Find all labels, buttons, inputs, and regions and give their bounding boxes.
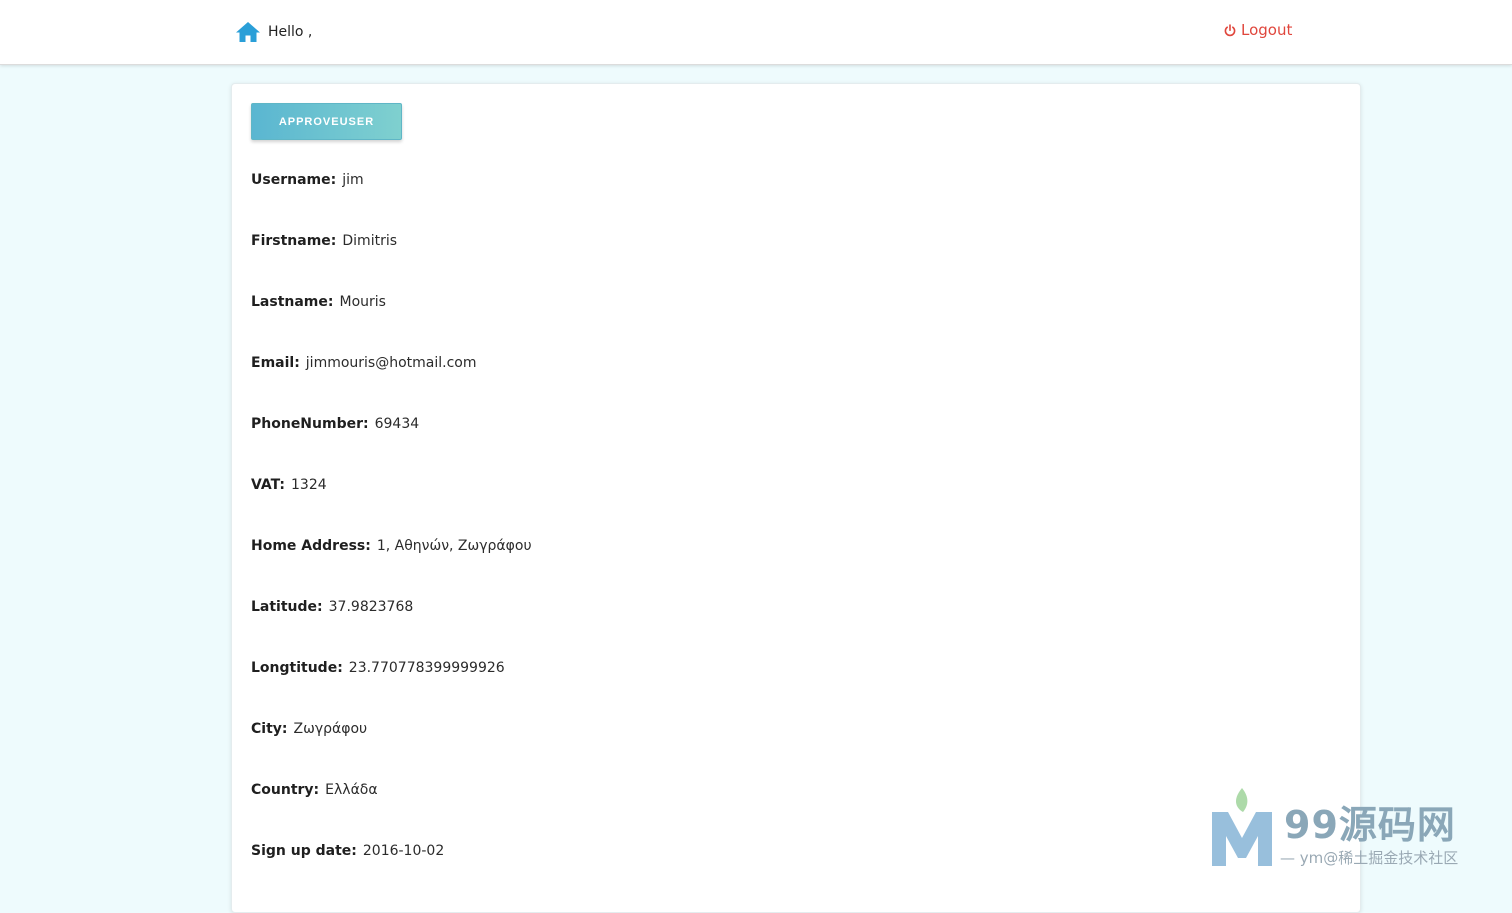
field-label: VAT:	[251, 477, 286, 493]
field-value: 69434	[374, 416, 420, 432]
field-value: Ζωγράφου	[293, 721, 368, 737]
field-label: Country:	[251, 782, 320, 798]
field-username: Username: jim	[251, 172, 364, 188]
field-label: Email:	[251, 355, 300, 371]
field-label: Home Address:	[251, 538, 371, 554]
field-label: Latitude:	[251, 599, 323, 615]
field-label: Username:	[251, 172, 337, 188]
field-value: 2016-10-02	[362, 843, 445, 859]
field-value: jimmouris@hotmail.com	[305, 355, 477, 371]
power-icon	[1224, 23, 1241, 37]
field-home-address: Home Address: 1, Αθηνών, Ζωγράφου	[251, 538, 532, 554]
field-label: Longtitude:	[251, 660, 343, 676]
approve-user-button[interactable]: APPROVEUSER	[251, 103, 402, 140]
field-lastname: Lastname: Mouris	[251, 294, 386, 310]
field-signup-date: Sign up date: 2016-10-02	[251, 843, 444, 859]
field-label: PhoneNumber:	[251, 416, 369, 432]
field-label: Sign up date:	[251, 843, 357, 859]
field-phone-number: PhoneNumber: 69434	[251, 416, 419, 432]
field-label: City:	[251, 721, 288, 737]
field-longitude: Longtitude: 23.770778399999926	[251, 660, 505, 676]
field-value: jim	[342, 172, 364, 188]
field-value: Dimitris	[342, 233, 398, 249]
field-latitude: Latitude: 37.9823768	[251, 599, 413, 615]
field-country: Country: Ελλάδα	[251, 782, 378, 798]
logout-button[interactable]: Logout	[1224, 21, 1292, 39]
home-link[interactable]: Hello ,	[235, 19, 312, 45]
field-email: Email: jimmouris@hotmail.com	[251, 355, 477, 371]
field-value: 1, Αθηνών, Ζωγράφου	[376, 538, 532, 554]
home-icon	[235, 21, 261, 43]
field-value: Ελλάδα	[325, 782, 378, 798]
field-label: Firstname:	[251, 233, 337, 249]
field-label: Lastname:	[251, 294, 334, 310]
logout-label: Logout	[1241, 21, 1293, 39]
field-vat: VAT: 1324	[251, 477, 327, 493]
field-value: 1324	[291, 477, 327, 493]
user-details-card: APPROVEUSER Username: jim Firstname: Dimit…	[231, 83, 1361, 913]
field-firstname: Firstname: Dimitris	[251, 233, 397, 249]
field-value: 23.770778399999926	[348, 660, 505, 676]
field-value: 37.9823768	[328, 599, 414, 615]
field-value: Mouris	[339, 294, 386, 310]
top-navbar: Hello , Logout	[0, 0, 1512, 65]
field-city: City: Ζωγράφου	[251, 721, 367, 737]
greeting-text: Hello ,	[268, 24, 313, 40]
